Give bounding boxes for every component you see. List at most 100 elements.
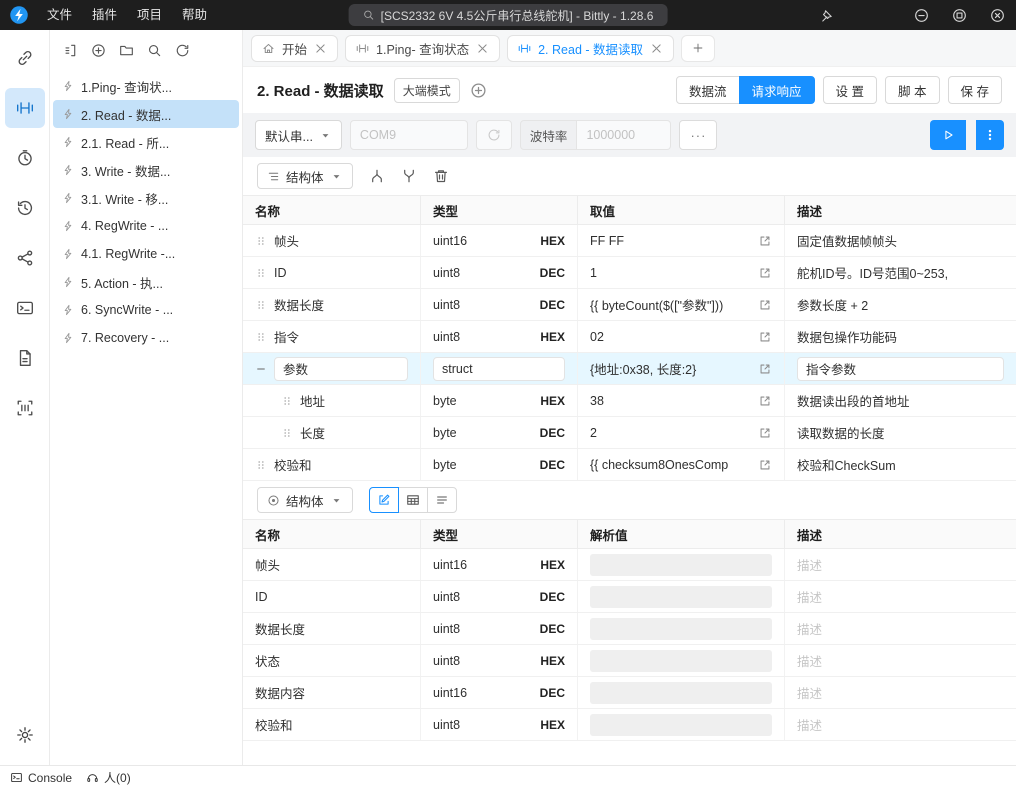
add-button[interactable] xyxy=(470,82,487,99)
field-type-cell[interactable]: byteDEC xyxy=(421,417,578,448)
action-button[interactable]: 保 存 xyxy=(948,76,1002,104)
field-format[interactable]: HEX xyxy=(540,330,565,344)
menu-item[interactable]: 帮助 xyxy=(172,0,217,30)
field-name[interactable]: 校验和 xyxy=(274,455,312,474)
request-field-row[interactable]: 指令uint8HEX02数据包操作功能码 xyxy=(243,321,1016,353)
request-field-row[interactable]: 地址byteHEX38数据读出段的首地址 xyxy=(243,385,1016,417)
activity-item-timer[interactable] xyxy=(5,138,45,178)
endian-mode-badge[interactable]: 大端模式 xyxy=(394,78,460,103)
action-button[interactable]: 数据流 xyxy=(676,76,740,104)
maximize-button[interactable] xyxy=(940,0,978,30)
directive-item[interactable]: 3. Write - 数据... xyxy=(53,156,239,184)
action-button[interactable]: 脚 本 xyxy=(885,76,939,104)
activity-item-scan[interactable] xyxy=(5,388,45,428)
field-desc-cell[interactable]: 舵机ID号。ID号范围0~253, xyxy=(785,257,1016,288)
field-name[interactable]: 帧头 xyxy=(274,231,299,250)
console-toggle[interactable]: Console xyxy=(10,771,72,785)
expand-editor-button[interactable] xyxy=(758,362,772,376)
activity-item-document[interactable] xyxy=(5,338,45,378)
refresh-ports-button[interactable] xyxy=(476,120,512,150)
expand-editor-button[interactable] xyxy=(758,458,772,472)
field-type-cell[interactable]: byteDEC xyxy=(421,449,578,480)
directive-item[interactable]: 4.1. RegWrite -... xyxy=(53,240,239,268)
directive-item[interactable]: 5. Action - 执... xyxy=(53,268,239,296)
field-value-cell[interactable]: {{ byteCount($(["参数"])) xyxy=(578,289,785,320)
directive-item[interactable]: 2.1. Read - 所... xyxy=(53,128,239,156)
directive-item[interactable]: 7. Recovery - ... xyxy=(53,324,239,352)
close-button[interactable] xyxy=(978,0,1016,30)
refresh-button[interactable] xyxy=(168,37,196,63)
send-options-button[interactable] xyxy=(976,120,1004,150)
field-value-cell[interactable]: 1 xyxy=(578,257,785,288)
request-field-row[interactable]: 参数struct{地址:0x38, 长度:2}指令参数 xyxy=(243,353,1016,385)
directive-item[interactable]: 6. SyncWrite - ... xyxy=(53,296,239,324)
activity-item-link[interactable] xyxy=(5,38,45,78)
request-format-select[interactable]: 结构体 xyxy=(257,163,353,189)
folder-button[interactable] xyxy=(112,37,140,63)
field-type-cell[interactable]: uint16HEX xyxy=(421,225,578,256)
expand-editor-button[interactable] xyxy=(758,394,772,408)
fork-fields-button[interactable] xyxy=(369,168,385,184)
tab[interactable]: 开始 xyxy=(251,35,338,62)
response-format-select[interactable]: 结构体 xyxy=(257,487,353,513)
field-name[interactable]: ID xyxy=(274,266,287,280)
table-view-button[interactable] xyxy=(398,487,428,513)
field-format[interactable]: HEX xyxy=(540,394,565,408)
expand-editor-button[interactable] xyxy=(758,330,772,344)
desc-placeholder-input[interactable]: 描述 xyxy=(797,555,822,574)
field-value-cell[interactable]: {{ checksum8OnesComp xyxy=(578,449,785,480)
tab-close-button[interactable] xyxy=(650,42,663,55)
menu-item[interactable]: 文件 xyxy=(37,0,82,30)
field-value-cell[interactable]: 38 xyxy=(578,385,785,416)
edit-view-button[interactable] xyxy=(369,487,399,513)
baud-rate-input[interactable] xyxy=(577,120,671,150)
expand-editor-button[interactable] xyxy=(758,234,772,248)
field-value-cell[interactable]: FF FF xyxy=(578,225,785,256)
request-field-row[interactable]: 长度byteDEC2读取数据的长度 xyxy=(243,417,1016,449)
field-type-cell[interactable]: struct xyxy=(421,353,578,384)
field-format[interactable]: DEC xyxy=(540,266,565,280)
expand-editor-button[interactable] xyxy=(758,266,772,280)
desc-placeholder-input[interactable]: 描述 xyxy=(797,587,822,606)
field-name[interactable]: 地址 xyxy=(300,391,325,410)
tab-close-button[interactable] xyxy=(476,42,489,55)
minimize-button[interactable] xyxy=(902,0,940,30)
merge-fields-button[interactable] xyxy=(401,168,417,184)
field-name[interactable]: 指令 xyxy=(274,327,299,346)
desc-placeholder-input[interactable]: 描述 xyxy=(797,651,822,670)
desc-placeholder-input[interactable]: 描述 xyxy=(797,683,822,702)
field-desc-cell[interactable]: 数据包操作功能码 xyxy=(785,321,1016,352)
directive-item[interactable]: 2. Read - 数据... xyxy=(53,100,239,128)
activity-item-history[interactable] xyxy=(5,188,45,228)
directive-item[interactable]: 4. RegWrite - ... xyxy=(53,212,239,240)
directive-item[interactable]: 3.1. Write - 移... xyxy=(53,184,239,212)
action-button[interactable]: 设 置 xyxy=(823,76,877,104)
field-format[interactable]: DEC xyxy=(540,458,565,472)
collapse-toggle[interactable] xyxy=(255,363,267,375)
send-request-button[interactable] xyxy=(930,120,966,150)
field-format[interactable]: HEX xyxy=(540,234,565,248)
field-type-cell[interactable]: uint8HEX xyxy=(421,321,578,352)
field-format[interactable]: DEC xyxy=(540,426,565,440)
field-name[interactable]: 参数 xyxy=(274,357,408,381)
directive-item[interactable]: 1.Ping- 查询状... xyxy=(53,72,239,100)
activity-item-terminal[interactable] xyxy=(5,288,45,328)
field-type-cell[interactable]: uint8DEC xyxy=(421,257,578,288)
field-desc-cell[interactable]: 数据读出段的首地址 xyxy=(785,385,1016,416)
expand-editor-button[interactable] xyxy=(758,426,772,440)
action-button[interactable]: 请求响应 xyxy=(739,76,815,104)
collapse-button[interactable] xyxy=(56,37,84,63)
expand-editor-button[interactable] xyxy=(758,298,772,312)
tab[interactable]: 1.Ping- 查询状态 xyxy=(345,35,500,62)
search-button[interactable] xyxy=(140,37,168,63)
settings-button[interactable] xyxy=(5,717,45,753)
new-tab-button[interactable] xyxy=(681,35,715,62)
field-name[interactable]: 数据长度 xyxy=(274,295,324,314)
request-field-row[interactable]: 帧头uint16HEXFF FF固定值数据帧帧头 xyxy=(243,225,1016,257)
request-field-row[interactable]: 数据长度uint8DEC{{ byteCount($(["参数"]))参数长度 … xyxy=(243,289,1016,321)
desc-placeholder-input[interactable]: 描述 xyxy=(797,619,822,638)
pin-window-button[interactable] xyxy=(808,0,846,30)
device-select[interactable]: 默认串... xyxy=(255,120,342,150)
field-name[interactable]: 长度 xyxy=(300,423,325,442)
request-field-row[interactable]: 校验和byteDEC{{ checksum8OnesComp校验和CheckSu… xyxy=(243,449,1016,481)
